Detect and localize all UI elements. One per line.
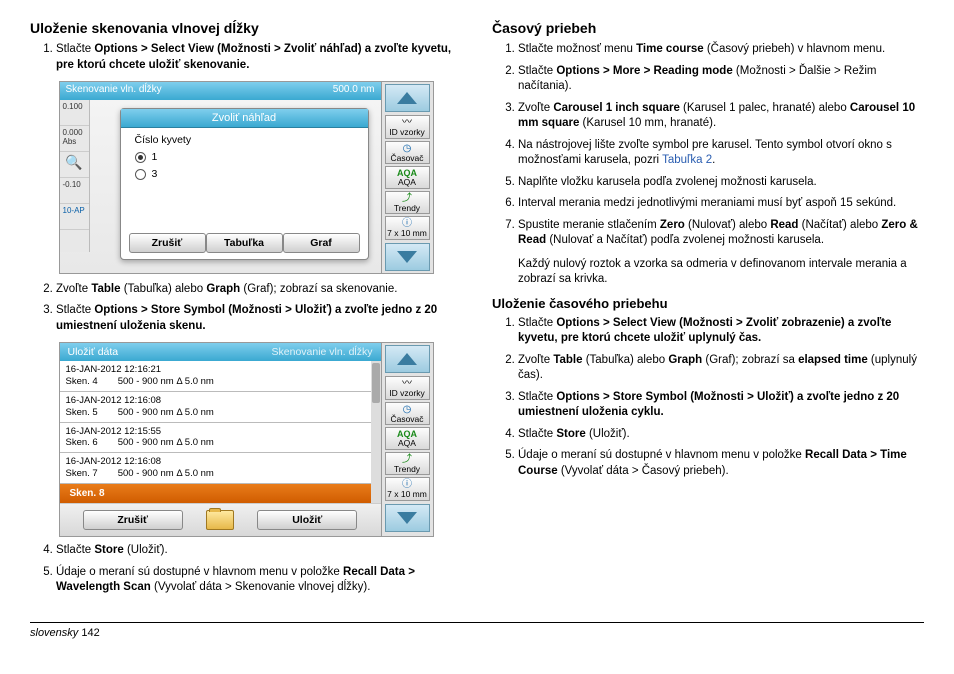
radio-option-3[interactable]: 3 — [135, 168, 354, 180]
list-item[interactable]: 16-JAN-2012 12:16:21Sken. 4500 - 900 nm … — [60, 361, 381, 392]
table-button[interactable]: Tabuľka — [206, 233, 283, 253]
sample-id-button[interactable]: 〰ID vzorky — [385, 376, 430, 400]
list-item[interactable]: 16-JAN-2012 12:15:55Sken. 6500 - 900 nm … — [60, 423, 381, 454]
list-item: Na nástrojovej lište zvoľte symbol pre k… — [518, 138, 924, 169]
list-item: Interval merania medzi jednotlivými mera… — [518, 196, 924, 212]
screenshot-select-view: Skenovanie vln. dĺžky 500.0 nm 0.100 0.0… — [59, 81, 434, 274]
sample-id-button[interactable]: 〰ID vzorky — [385, 115, 430, 139]
radio-option-1[interactable]: 1 — [135, 151, 354, 163]
y-axis: 0.100 0.000Abs 🔍 -0.10 10-AP — [60, 100, 90, 252]
left-list-3: Stlačte Store (Uložiť). Údaje o meraní s… — [30, 543, 462, 596]
list-item: Stlačte Store (Uložiť). — [56, 543, 462, 559]
scroll-down-button[interactable] — [385, 243, 430, 271]
dialog-title: Zvoliť náhľad — [121, 109, 368, 128]
footer-page-number: 142 — [81, 627, 99, 639]
window-title-right: 500.0 nm — [333, 84, 375, 98]
folder-icon[interactable] — [206, 510, 234, 530]
page-footer: slovensky 142 — [30, 622, 924, 639]
list-item: Zvoľte Table (Tabuľka) alebo Graph (Graf… — [56, 282, 462, 298]
right-column: Časový priebeh Stlačte možnosť menu Time… — [492, 20, 924, 604]
right-subheading: Uloženie časového priebehu — [492, 296, 924, 311]
right-note: Každý nulový roztok a vzorka sa odmeria … — [518, 257, 924, 288]
list-item[interactable]: 16-JAN-2012 12:16:08Sken. 7500 - 900 nm … — [60, 453, 381, 484]
axis-cell: -0.10 — [60, 178, 89, 204]
window-title-bar: Skenovanie vln. dĺžky 500.0 nm — [60, 82, 381, 100]
right-heading: Časový priebeh — [492, 20, 924, 36]
scrollbar[interactable] — [371, 361, 381, 503]
list-item: Stlačte Options > Select View (Možnosti … — [56, 42, 462, 73]
scroll-up-button[interactable] — [385, 345, 430, 373]
cancel-button[interactable]: Zrušiť — [83, 510, 183, 530]
right-list-2: Stlačte Options > Select View (Možnosti … — [492, 316, 924, 480]
axis-cell: 0.100 — [60, 100, 89, 126]
scan-list: 16-JAN-2012 12:16:21Sken. 4500 - 900 nm … — [60, 361, 381, 504]
list-item: Stlačte Options > Store Symbol (Možnosti… — [56, 303, 462, 334]
left-column: Uloženie skenovania vlnovej dĺžky Stlačt… — [30, 20, 462, 604]
trendy-button[interactable]: ⤴Trendy — [385, 191, 430, 215]
right-list-1: Stlačte možnosť menu Time course (Časový… — [492, 42, 924, 249]
list-item[interactable]: 16-JAN-2012 12:16:08Sken. 5500 - 900 nm … — [60, 392, 381, 423]
scrollbar-thumb[interactable] — [372, 363, 380, 403]
side-toolbar: 〰ID vzorky ◷Časovač AQAAQA ⤴Trendy ⓘ7 x … — [381, 343, 433, 536]
axis-cell: 10-AP — [60, 204, 89, 230]
cuvette-button[interactable]: ⓘ7 x 10 mm — [385, 477, 430, 501]
left-list-1: Stlačte Options > Select View (Možnosti … — [30, 42, 462, 73]
scroll-up-button[interactable] — [385, 84, 430, 112]
select-view-dialog: Zvoliť náhľad Číslo kyvety 1 — [120, 108, 369, 260]
list-item: Naplňte vložku karusela podľa zvolenej m… — [518, 175, 924, 191]
list-item: Údaje o meraní sú dostupné v hlavnom men… — [518, 448, 924, 479]
side-toolbar: 〰ID vzorky ◷Časovač AQAAQA ⤴Trendy ⓘ7 x … — [381, 82, 433, 273]
left-list-2: Zvoľte Table (Tabuľka) alebo Graph (Graf… — [30, 282, 462, 335]
save-button[interactable]: Uložiť — [257, 510, 357, 530]
page: Uloženie skenovania vlnovej dĺžky Stlačt… — [0, 0, 954, 614]
left-heading: Uloženie skenovania vlnovej dĺžky — [30, 20, 462, 36]
graph-button[interactable]: Graf — [283, 233, 360, 253]
list-item: Stlačte možnosť menu Time course (Časový… — [518, 42, 924, 58]
list-item: Údaje o meraní sú dostupné v hlavnom men… — [56, 565, 462, 596]
timer-button[interactable]: ◷Časovač — [385, 402, 430, 426]
aqa-button[interactable]: AQAAQA — [385, 166, 430, 189]
aqa-button[interactable]: AQAAQA — [385, 427, 430, 450]
zoom-icon[interactable]: 🔍 — [60, 152, 89, 178]
cuvette-button[interactable]: ⓘ7 x 10 mm — [385, 216, 430, 240]
list-item: Stlačte Options > More > Reading mode (M… — [518, 64, 924, 95]
window-title-bar: Uložiť dáta Skenovanie vln. dĺžky — [60, 343, 381, 361]
list-item: Stlačte Store (Uložiť). — [518, 427, 924, 443]
radio-icon — [135, 169, 146, 180]
screenshot-store-data: Uložiť dáta Skenovanie vln. dĺžky 16-JAN… — [59, 342, 434, 537]
window-title: Skenovanie vln. dĺžky — [66, 84, 162, 98]
list-item: Stlačte Options > Store Symbol (Možnosti… — [518, 390, 924, 421]
list-item: Stlačte Options > Select View (Možnosti … — [518, 316, 924, 347]
dialog-footer: Zrušiť Uložiť — [60, 504, 381, 536]
radio-icon — [135, 152, 146, 163]
list-entries: 16-JAN-2012 12:16:21Sken. 4500 - 900 nm … — [60, 361, 381, 484]
cancel-button[interactable]: Zrušiť — [129, 233, 206, 253]
window-title: Uložiť dáta — [68, 346, 119, 358]
list-item: Spustite meranie stlačením Zero (Nulovať… — [518, 218, 924, 249]
trendy-button[interactable]: ⤴Trendy — [385, 452, 430, 476]
cuvette-number-label: Číslo kyvety — [135, 134, 354, 146]
list-item: Zvoľte Table (Tabuľka) alebo Graph (Graf… — [518, 353, 924, 384]
axis-cell: 0.000Abs — [60, 126, 89, 152]
timer-button[interactable]: ◷Časovač — [385, 141, 430, 165]
selected-row[interactable]: Sken. 8 — [60, 484, 381, 503]
window-title-right: Skenovanie vln. dĺžky — [272, 346, 373, 358]
scroll-down-button[interactable] — [385, 504, 430, 532]
list-item: Zvoľte Carousel 1 inch square (Karusel 1… — [518, 101, 924, 132]
footer-lang: slovensky — [30, 627, 78, 639]
